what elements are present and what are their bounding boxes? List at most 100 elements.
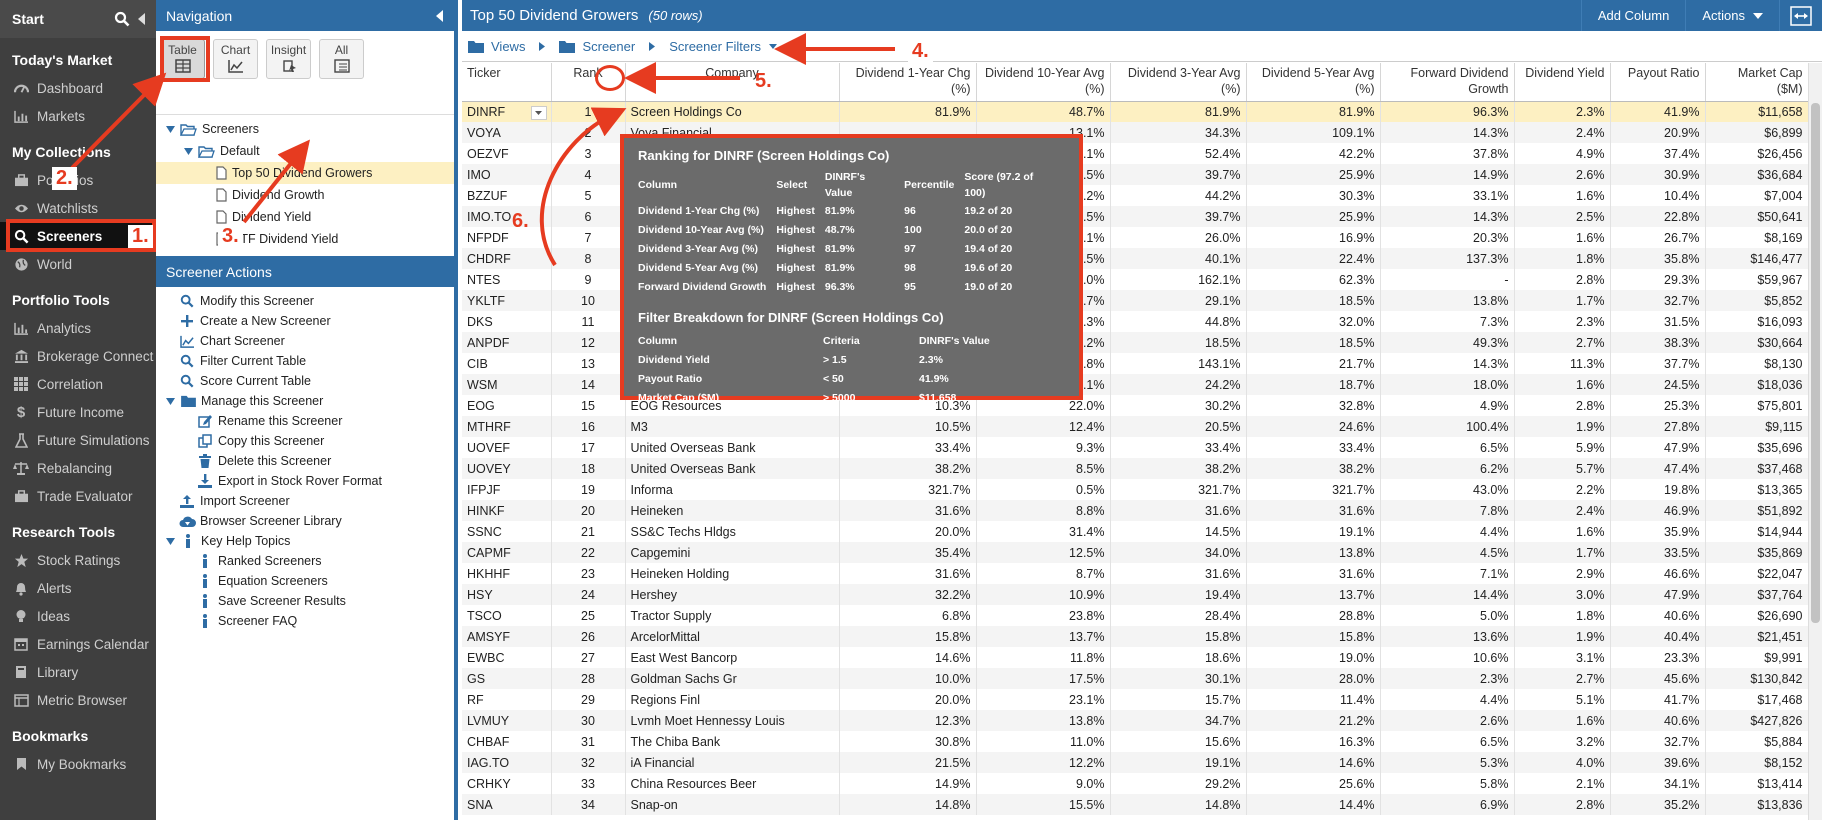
table-cell: 38.2% bbox=[1246, 458, 1381, 479]
collapse-left-icon[interactable] bbox=[138, 13, 146, 25]
tree-item-screener[interactable]: Dividend Growth bbox=[156, 184, 454, 206]
table-row[interactable]: CRHKY 33 China Resources Beer 14.9% 9.0% 29.2… bbox=[462, 773, 1809, 794]
all-view-button[interactable]: All bbox=[319, 39, 364, 79]
table-row[interactable]: MTHRF 16 M3 10.5% 12.4% 20.5% 24.6% 100.4% 1.9% 2… bbox=[462, 416, 1809, 437]
column-header[interactable]: Dividend 3-Year Avg (%) bbox=[1110, 63, 1247, 102]
sidebar-item-ideas[interactable]: Ideas bbox=[0, 602, 156, 630]
add-column-button[interactable]: Add Column bbox=[1580, 0, 1686, 31]
filter-cell: 41.9% bbox=[919, 372, 949, 385]
action-manage-this-screener[interactable]: Manage this Screener bbox=[156, 391, 454, 411]
table-row[interactable]: SNA 34 Snap-on 14.8% 15.5% 14.8% 14.4% 6.9% 2.8%… bbox=[462, 794, 1809, 815]
action-import-screener[interactable]: Import Screener bbox=[156, 491, 454, 511]
action-score-current-table[interactable]: Score Current Table bbox=[156, 371, 454, 391]
table-row[interactable]: UOVEF 17 United Overseas Bank 33.4% 9.3% 33.4… bbox=[462, 437, 1809, 458]
table-row[interactable]: HINKF 20 Heineken 31.6% 8.8% 31.6% 31.6% 7.8% 2.… bbox=[462, 500, 1809, 521]
insight-view-button[interactable]: Insight bbox=[266, 39, 311, 79]
breadcrumb-views[interactable]: Views bbox=[468, 39, 525, 54]
table-row[interactable]: DINRF 1 Screen Holdings Co 81.9% 48.7% 81.9% 8… bbox=[462, 101, 1809, 122]
table-row[interactable]: CHBAF 31 The Chiba Bank 30.8% 11.0% 15.6% 16.3… bbox=[462, 731, 1809, 752]
action-label: Key Help Topics bbox=[201, 534, 291, 548]
sidebar-item-correlation[interactable]: Correlation bbox=[0, 370, 156, 398]
table-row[interactable]: SSNC 21 SS&C Techs Hldgs 20.0% 31.4% 14.5% 19.… bbox=[462, 521, 1809, 542]
vertical-scrollbar[interactable] bbox=[1808, 63, 1822, 820]
tree-item-screener[interactable]: ETF Dividend Yield bbox=[156, 228, 454, 250]
expand-triangle-icon[interactable] bbox=[166, 397, 175, 406]
sidebar-item-stock-ratings[interactable]: Stock Ratings bbox=[0, 546, 156, 574]
action-create-a-new-screener[interactable]: Create a New Screener bbox=[156, 311, 454, 331]
action-copy-this-screener[interactable]: Copy this Screener bbox=[156, 431, 454, 451]
scrollbar-thumb[interactable] bbox=[1811, 103, 1820, 623]
column-header[interactable]: Payout Ratio bbox=[1610, 63, 1706, 102]
sidebar-item-portfolios[interactable]: Portfolios bbox=[0, 166, 156, 194]
search-icon[interactable] bbox=[114, 11, 130, 27]
collapse-left-icon[interactable] bbox=[436, 9, 444, 22]
sidebar-item-trade-evaluator[interactable]: Trade Evaluator bbox=[0, 482, 156, 510]
breadcrumb-screener-filters[interactable]: Screener Filters bbox=[669, 39, 777, 54]
action-save-screener-results[interactable]: Save Screener Results bbox=[156, 591, 454, 611]
sidebar-item-my-bookmarks[interactable]: My Bookmarks bbox=[0, 750, 156, 778]
action-screener-faq[interactable]: Screener FAQ bbox=[156, 611, 454, 631]
table-cell: SS&C Techs Hldgs bbox=[625, 521, 840, 542]
table-row[interactable]: HSY 24 Hershey 32.2% 10.9% 19.4% 13.7% 14.4% 3.0… bbox=[462, 584, 1809, 605]
action-chart-screener[interactable]: Chart Screener bbox=[156, 331, 454, 351]
action-delete-this-screener[interactable]: Delete this Screener bbox=[156, 451, 454, 471]
action-export-in-stock-rover-format[interactable]: Export in Stock Rover Format bbox=[156, 471, 454, 491]
sidebar-item-watchlists[interactable]: Watchlists bbox=[0, 194, 156, 222]
column-header[interactable]: Ticker bbox=[462, 63, 552, 102]
table-cell: 28.4% bbox=[1110, 605, 1247, 626]
sidebar-item-rebalancing[interactable]: Rebalancing bbox=[0, 454, 156, 482]
table-row[interactable]: IAG.TO 32 iA Financial 21.5% 12.2% 19.1% 14.6%… bbox=[462, 752, 1809, 773]
sidebar-item-metric-browser[interactable]: Metric Browser bbox=[0, 686, 156, 714]
table-row[interactable]: IFPJF 19 Informa 321.7% 0.5% 321.7% 321.7% 43.0… bbox=[462, 479, 1809, 500]
sidebar-item-world[interactable]: World bbox=[0, 250, 156, 278]
tree-item-screener[interactable]: Top 50 Dividend Growers bbox=[156, 162, 454, 184]
column-header[interactable]: Company bbox=[625, 63, 840, 102]
breadcrumb-screener[interactable]: Screener bbox=[559, 39, 635, 54]
action-browser-screener-library[interactable]: Browser Screener Library bbox=[156, 511, 454, 531]
sidebar-item-earnings-calendar[interactable]: Earnings Calendar bbox=[0, 630, 156, 658]
tree-root[interactable]: Screeners bbox=[156, 118, 454, 140]
action-ranked-screeners[interactable]: Ranked Screeners bbox=[156, 551, 454, 571]
table-row[interactable]: GS 28 Goldman Sachs Gr 10.0% 17.5% 30.1% 28.0%… bbox=[462, 668, 1809, 689]
column-header[interactable]: Dividend 1-Year Chg (%) bbox=[839, 63, 977, 102]
action-filter-current-table[interactable]: Filter Current Table bbox=[156, 351, 454, 371]
sidebar-item-alerts[interactable]: Alerts bbox=[0, 574, 156, 602]
table-row[interactable]: UOVEY 18 United Overseas Bank 38.2% 8.5% 38.2… bbox=[462, 458, 1809, 479]
action-equation-screeners[interactable]: Equation Screeners bbox=[156, 571, 454, 591]
column-header[interactable]: Market Cap ($M) bbox=[1705, 63, 1809, 102]
chart-view-button[interactable]: Chart bbox=[213, 39, 258, 79]
sidebar-item-brokerage-connect[interactable]: Brokerage Connect bbox=[0, 342, 156, 370]
row-menu-icon[interactable] bbox=[530, 105, 547, 120]
expand-width-button[interactable] bbox=[1779, 0, 1822, 31]
table-row[interactable]: AMSYF 26 ArcelorMittal 15.8% 13.7% 15.8% 15.8%… bbox=[462, 626, 1809, 647]
table-row[interactable]: HKHHF 23 Heineken Holding 31.6% 8.7% 31.6% 31.… bbox=[462, 563, 1809, 584]
table-cell: 12 bbox=[551, 332, 626, 353]
table-cell: 7.8% bbox=[1380, 500, 1515, 521]
expand-triangle-icon[interactable] bbox=[166, 125, 175, 134]
table-row[interactable]: CAPMF 22 Capgemini 35.4% 12.5% 34.0% 13.8% 4.5%… bbox=[462, 542, 1809, 563]
sidebar-item-future-simulations[interactable]: Future Simulations bbox=[0, 426, 156, 454]
table-row[interactable]: EWBC 27 East West Bancorp 14.6% 11.8% 18.6% 19… bbox=[462, 647, 1809, 668]
action-label: Create a New Screener bbox=[200, 314, 331, 328]
actions-button[interactable]: Actions bbox=[1685, 0, 1779, 31]
sidebar-item-future-income[interactable]: $ Future Income bbox=[0, 398, 156, 426]
column-header[interactable]: Forward Dividend Growth bbox=[1380, 63, 1515, 102]
sidebar-item-markets[interactable]: Markets bbox=[0, 102, 156, 130]
action-modify-this-screener[interactable]: Modify this Screener bbox=[156, 291, 454, 311]
sidebar-item-library[interactable]: Library bbox=[0, 658, 156, 686]
column-header[interactable]: Dividend 5-Year Avg (%) bbox=[1246, 63, 1381, 102]
action-key-help-topics[interactable]: Key Help Topics bbox=[156, 531, 454, 551]
action-rename-this-screener[interactable]: Rename this Screener bbox=[156, 411, 454, 431]
expand-triangle-icon[interactable] bbox=[184, 147, 193, 156]
table-cell: 38.2% bbox=[1110, 458, 1247, 479]
table-row[interactable]: LVMUY 30 Lvmh Moet Hennessy Louis 12.3% 13.8… bbox=[462, 710, 1809, 731]
sidebar-item-analytics[interactable]: Analytics bbox=[0, 314, 156, 342]
tree-folder-default[interactable]: Default bbox=[156, 140, 454, 162]
table-row[interactable]: RF 29 Regions Finl 20.0% 23.1% 15.7% 11.4% 4.4%… bbox=[462, 689, 1809, 710]
column-header[interactable]: Dividend Yield bbox=[1514, 63, 1611, 102]
column-header[interactable]: Dividend 10-Year Avg (%) bbox=[976, 63, 1111, 102]
sidebar-item-dashboard[interactable]: Dashboard bbox=[0, 74, 156, 102]
expand-triangle-icon[interactable] bbox=[166, 537, 175, 546]
table-row[interactable]: TSCO 25 Tractor Supply 6.8% 23.8% 28.4% 28.8% 5… bbox=[462, 605, 1809, 626]
tree-item-screener[interactable]: Dividend Yield bbox=[156, 206, 454, 228]
